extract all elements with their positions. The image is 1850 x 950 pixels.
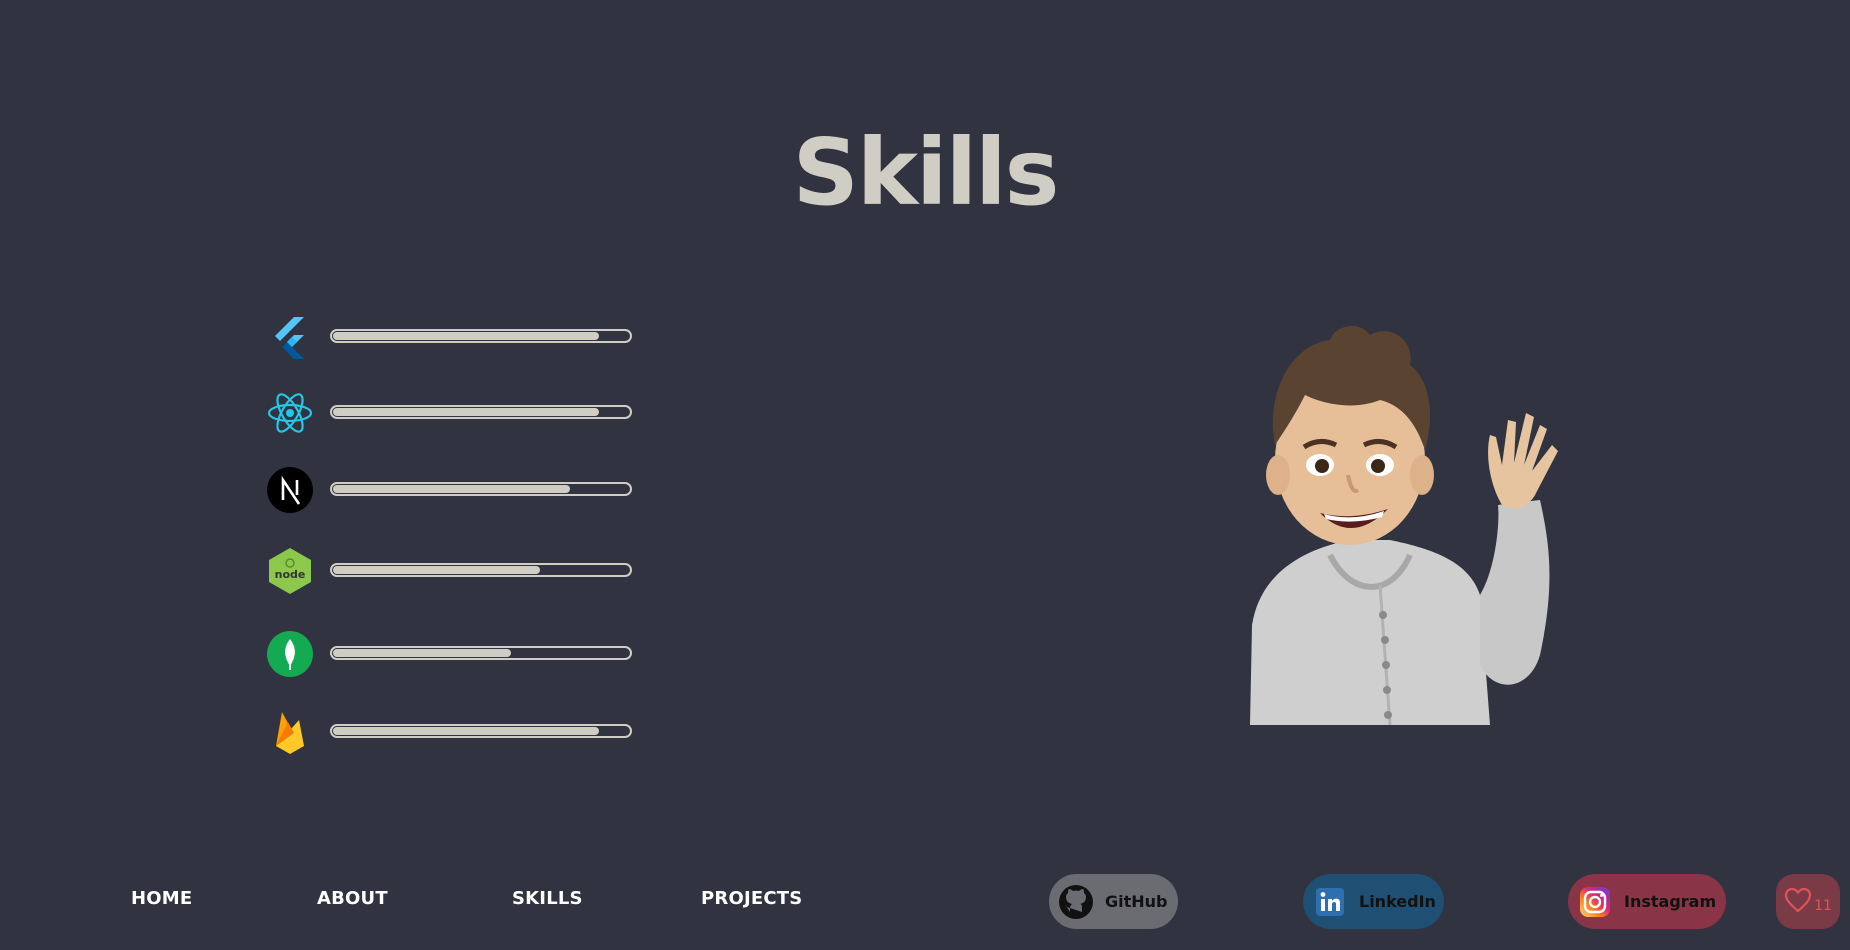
like-count: 11: [1814, 897, 1832, 914]
skill-progress-fill: [333, 408, 599, 416]
skill-progress-fill: [333, 566, 540, 574]
svg-text:node: node: [275, 568, 306, 581]
nodejs-icon: node: [266, 547, 314, 595]
skill-row-nextjs: [266, 466, 646, 514]
like-button[interactable]: 11: [1776, 874, 1840, 929]
instagram-button[interactable]: Instagram: [1568, 874, 1726, 929]
skill-row-nodejs: node: [266, 547, 646, 595]
nav-skills-link[interactable]: SKILLS: [512, 888, 583, 909]
instagram-icon: [1578, 885, 1624, 919]
react-icon: [266, 389, 314, 437]
skill-progress-fill: [333, 332, 599, 340]
waving-avatar-image: [1240, 325, 1600, 725]
linkedin-label: LinkedIn: [1359, 892, 1436, 911]
skill-progress-bar: [330, 724, 632, 738]
linkedin-icon: [1313, 885, 1359, 919]
nav-projects-link[interactable]: PROJECTS: [701, 888, 802, 909]
skill-progress-bar: [330, 646, 632, 660]
linkedin-button[interactable]: LinkedIn: [1303, 874, 1444, 929]
skill-progress-fill: [333, 485, 570, 493]
mongodb-icon: [266, 630, 314, 678]
github-icon: [1059, 884, 1105, 919]
github-label: GitHub: [1105, 892, 1168, 911]
firebase-icon: [266, 708, 314, 756]
skill-progress-fill: [333, 727, 599, 735]
nav-home-link[interactable]: HOME: [131, 888, 192, 909]
skill-row-react: [266, 389, 646, 437]
skill-progress-fill: [333, 649, 511, 657]
skill-row-flutter: [266, 313, 646, 361]
nav-about-link[interactable]: ABOUT: [317, 888, 388, 909]
skill-progress-bar: [330, 482, 632, 496]
page-title: Skills: [792, 119, 1060, 226]
instagram-label: Instagram: [1624, 892, 1717, 911]
skill-progress-bar: [330, 329, 632, 343]
github-button[interactable]: GitHub: [1049, 874, 1178, 929]
skill-progress-bar: [330, 563, 632, 577]
nextjs-icon: [266, 466, 314, 514]
heart-icon: [1784, 887, 1812, 917]
skill-row-mongodb: [266, 630, 646, 678]
flutter-icon: [266, 313, 314, 361]
skill-row-firebase: [266, 708, 646, 756]
skill-progress-bar: [330, 405, 632, 419]
